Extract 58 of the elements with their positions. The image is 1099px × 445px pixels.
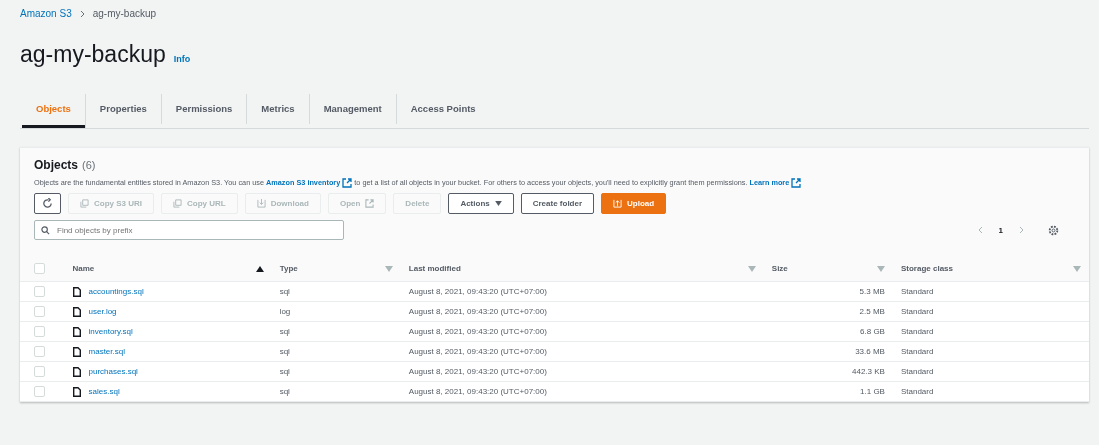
- copy-icon: [173, 199, 182, 209]
- chevron-right-icon: [79, 9, 85, 18]
- panel-title: Objects: [34, 158, 78, 172]
- previous-page-icon[interactable]: [977, 226, 983, 235]
- page-title: ag-my-backup: [20, 41, 166, 68]
- tab[interactable]: Properties: [85, 94, 162, 124]
- column-header[interactable]: Size: [771, 264, 788, 274]
- row-checkbox[interactable]: [34, 306, 45, 318]
- file-icon: [72, 286, 81, 297]
- settings-icon[interactable]: [1048, 224, 1059, 236]
- external-link-icon: [365, 199, 375, 209]
- breadcrumb-current: ag-my-backup: [92, 8, 157, 19]
- download-icon: [256, 199, 266, 209]
- toolbar-button[interactable]: Upload: [601, 193, 667, 215]
- row-checkbox[interactable]: [34, 366, 45, 378]
- refresh-icon: [42, 198, 53, 210]
- column-header[interactable]: Name: [72, 264, 95, 274]
- file-icon: [72, 326, 81, 337]
- tab[interactable]: Management: [309, 94, 397, 124]
- tab[interactable]: Permissions: [161, 94, 248, 124]
- row-checkbox[interactable]: [34, 286, 45, 298]
- column-header[interactable]: Storage class: [900, 264, 953, 274]
- column-header[interactable]: Last modified: [408, 264, 461, 274]
- file-icon: [72, 306, 81, 317]
- next-page-icon[interactable]: [1019, 226, 1024, 235]
- tab[interactable]: Objects: [22, 94, 86, 128]
- file-icon: [72, 386, 81, 397]
- column-header[interactable]: Type: [279, 264, 298, 274]
- page-number[interactable]: 1: [992, 224, 1009, 236]
- object-count: (6): [82, 159, 96, 171]
- upload-icon: [613, 199, 623, 209]
- file-icon: [72, 346, 81, 357]
- file-link[interactable]: sales.sql: [88, 387, 120, 397]
- dropdown-button[interactable]: Actions: [448, 193, 514, 215]
- tab[interactable]: Access Points: [396, 94, 490, 124]
- file-link[interactable]: inventory.sql: [88, 327, 133, 337]
- search-field[interactable]: Find objects by prefix: [34, 220, 344, 241]
- file-link[interactable]: user.log: [88, 307, 117, 317]
- file-link[interactable]: master.sql: [88, 347, 125, 357]
- refresh-button[interactable]: [34, 193, 61, 215]
- sort-icon[interactable]: [876, 265, 885, 272]
- row-checkbox[interactable]: [34, 346, 45, 358]
- info-link[interactable]: Info: [173, 54, 191, 64]
- toolbar-button[interactable]: Create folder: [520, 193, 595, 215]
- caret-icon: [494, 201, 502, 207]
- select-all-checkbox[interactable]: [34, 263, 45, 275]
- file-link[interactable]: accountings.sql: [88, 287, 144, 297]
- copy-icon: [80, 199, 89, 209]
- file-icon: [72, 366, 81, 377]
- tab[interactable]: Metrics: [247, 94, 310, 124]
- sort-ascending-icon[interactable]: [255, 265, 264, 272]
- row-checkbox[interactable]: [34, 326, 45, 338]
- file-link[interactable]: purchases.sql: [88, 367, 138, 377]
- sort-icon[interactable]: [747, 265, 756, 272]
- sort-icon[interactable]: [1073, 265, 1081, 272]
- sort-icon[interactable]: [384, 265, 393, 272]
- breadcrumb-link[interactable]: Amazon S3: [20, 8, 72, 19]
- row-checkbox[interactable]: [34, 386, 45, 398]
